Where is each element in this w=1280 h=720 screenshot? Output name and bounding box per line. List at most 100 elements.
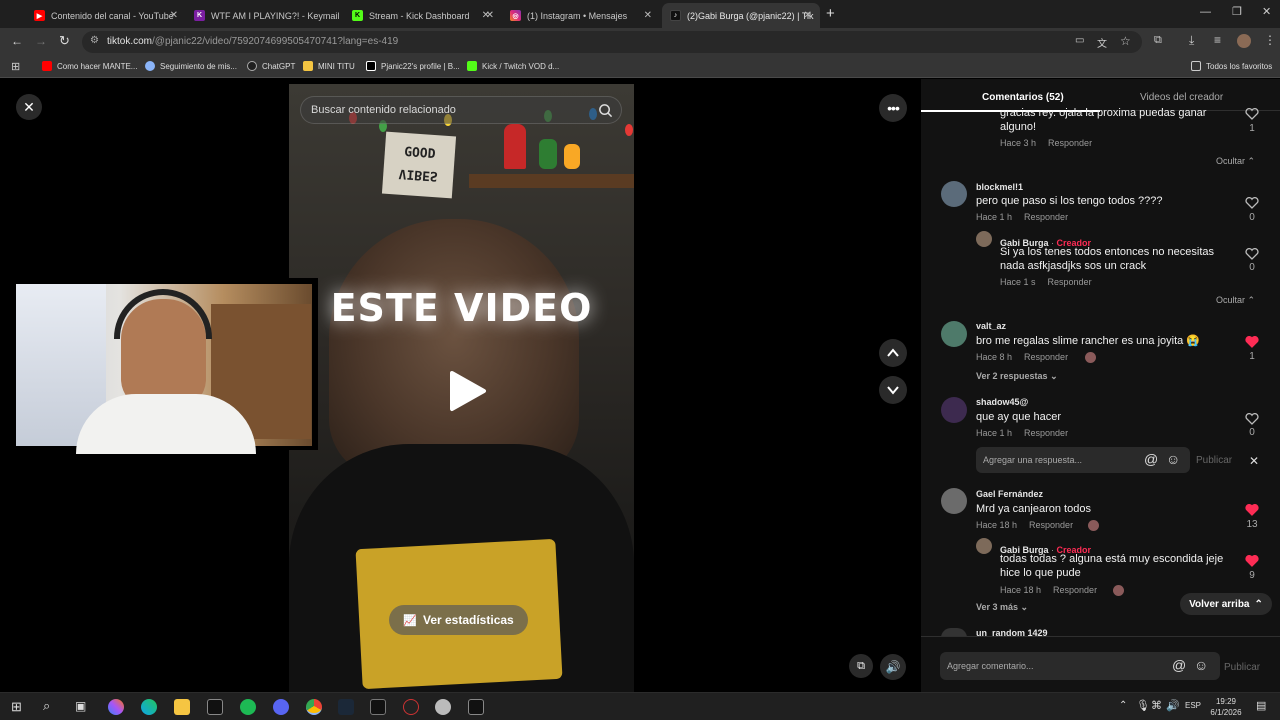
avatar[interactable]: [941, 488, 967, 514]
bookmark-item[interactable]: Seguimiento de mis...: [145, 61, 237, 71]
bookmark-item[interactable]: Pjanic22's profile | B...: [366, 61, 460, 71]
network-icon[interactable]: ⌘: [1151, 699, 1162, 712]
back-icon[interactable]: ←: [11, 34, 23, 48]
language-indicator[interactable]: ESP: [1185, 701, 1201, 710]
notifications-icon[interactable]: ▤: [1256, 699, 1266, 712]
reply-link[interactable]: Responder: [1024, 212, 1068, 222]
comment-username[interactable]: valt_az: [976, 321, 1006, 331]
site-info-icon[interactable]: ⚙: [90, 35, 99, 46]
all-favorites-folder[interactable]: Todos los favoritos: [1191, 61, 1272, 71]
app-icon[interactable]: [468, 699, 484, 715]
close-window-icon[interactable]: ✕: [1262, 5, 1271, 18]
microphone-icon[interactable]: 🎙: [1136, 699, 1150, 712]
hide-replies-link[interactable]: Ocultar ⌃: [1216, 156, 1255, 167]
apps-grid-icon[interactable]: ⊞: [11, 60, 20, 73]
close-tab-icon[interactable]: ✕: [804, 10, 812, 21]
emoji-icon[interactable]: ☺: [1166, 451, 1180, 467]
next-video-button[interactable]: [879, 376, 907, 404]
video-player[interactable]: GOOD VIBES Buscar contenido relacionado …: [289, 84, 634, 692]
file-explorer-icon[interactable]: [174, 699, 190, 715]
comment-username[interactable]: blockmel!1: [976, 182, 1023, 192]
avatar[interactable]: [976, 538, 992, 554]
download-icon[interactable]: ⤓: [1189, 33, 1194, 48]
heart-icon[interactable]: [1245, 108, 1259, 120]
publish-reply-button[interactable]: Publicar: [1196, 455, 1232, 466]
hide-replies-link[interactable]: Ocultar ⌃: [1216, 295, 1255, 306]
speaker-icon[interactable]: 🔊: [1166, 699, 1180, 712]
epic-games-icon[interactable]: [370, 699, 386, 715]
avatar[interactable]: [941, 321, 967, 347]
heart-filled-icon[interactable]: [1245, 336, 1259, 348]
close-tab-icon[interactable]: ✕: [644, 10, 652, 21]
bookmark-item[interactable]: Como hacer MANTE...: [42, 61, 137, 71]
heart-icon[interactable]: [1245, 248, 1259, 260]
chrome-icon[interactable]: [306, 699, 322, 715]
mention-icon[interactable]: @: [1172, 657, 1186, 673]
close-tab-icon[interactable]: ✕: [486, 10, 494, 21]
view-replies-link[interactable]: Ver 2 respuestas ⌄: [976, 371, 1058, 382]
tab-tiktok[interactable]: ♪ (2)Gabi Burga (@pjanic22) | Tik ✕: [662, 3, 820, 28]
tab-youtube[interactable]: ▶ Contenido del canal - YouTube ✕: [26, 3, 186, 28]
tab-instagram[interactable]: ◎ (1) Instagram • Mensajes ✕: [502, 3, 660, 28]
app-icon[interactable]: [435, 699, 451, 715]
new-tab-button[interactable]: +: [826, 5, 835, 22]
discord-icon[interactable]: [273, 699, 289, 715]
bookmark-item[interactable]: MINI TITU: [303, 61, 355, 71]
pip-icon[interactable]: ⧉: [849, 654, 873, 678]
back-to-top-button[interactable]: Volver arriba ⌃: [1180, 593, 1272, 615]
close-reply-icon[interactable]: ✕: [1249, 454, 1259, 468]
translate-icon[interactable]: 文: [1097, 35, 1107, 50]
reply-link[interactable]: Responder: [1048, 138, 1092, 148]
comment-input[interactable]: Agregar comentario... @ ☺: [940, 652, 1220, 680]
more-options-button[interactable]: •••: [879, 94, 907, 122]
copilot-icon[interactable]: [108, 699, 124, 715]
windows-start-icon[interactable]: ⊞: [11, 699, 22, 715]
edge-icon[interactable]: [141, 699, 157, 715]
emoji-icon[interactable]: ☺: [1194, 657, 1208, 673]
tray-chevron-icon[interactable]: ⌃: [1119, 700, 1127, 711]
maximize-icon[interactable]: ❐: [1232, 5, 1242, 18]
publish-comment-button[interactable]: Publicar: [1224, 662, 1260, 673]
previous-video-button[interactable]: [879, 339, 907, 367]
related-search-input[interactable]: Buscar contenido relacionado: [300, 96, 622, 124]
comment-username[interactable]: shadow45@: [976, 397, 1028, 407]
close-tab-icon[interactable]: ✕: [170, 10, 178, 21]
obs-icon[interactable]: [403, 699, 419, 715]
reload-icon[interactable]: ↻: [59, 33, 70, 49]
reply-input[interactable]: Agregar una respuesta... @ ☺: [976, 447, 1190, 473]
mention-icon[interactable]: @: [1144, 451, 1158, 467]
bookmark-item[interactable]: ChatGPT: [247, 61, 295, 71]
spotify-icon[interactable]: [240, 699, 256, 715]
bookmark-item[interactable]: Kick / Twitch VOD d...: [467, 61, 559, 71]
reply-link[interactable]: Responder: [1024, 428, 1068, 438]
reply-link[interactable]: Responder: [1024, 352, 1068, 362]
bookmark-star-icon[interactable]: ☆: [1120, 34, 1131, 48]
menu-icon[interactable]: ⋮: [1264, 33, 1276, 47]
search-icon[interactable]: [598, 103, 613, 118]
avatar[interactable]: [941, 397, 967, 423]
heart-filled-icon[interactable]: [1245, 504, 1259, 516]
app-icon[interactable]: [207, 699, 223, 715]
comment-username[interactable]: Gael Fernández: [976, 489, 1043, 499]
task-view-icon[interactable]: ▣: [75, 699, 86, 713]
heart-icon[interactable]: [1245, 413, 1259, 425]
avatar[interactable]: [976, 231, 992, 247]
steam-icon[interactable]: [338, 699, 354, 715]
address-bar[interactable]: ⚙ tiktok.com/@pjanic22/video/75920746995…: [82, 31, 1142, 53]
view-stats-button[interactable]: 📈 Ver estadísticas: [389, 605, 528, 635]
play-icon[interactable]: [444, 369, 488, 413]
minimize-icon[interactable]: —: [1200, 6, 1211, 18]
media-icon[interactable]: ≡: [1214, 33, 1221, 47]
heart-icon[interactable]: [1245, 197, 1259, 209]
search-icon[interactable]: ⌕: [43, 698, 50, 714]
reply-link[interactable]: Responder: [1048, 277, 1092, 287]
tab-creator-videos[interactable]: Videos del creador: [1140, 92, 1223, 103]
close-video-button[interactable]: ✕: [16, 94, 42, 120]
heart-filled-icon[interactable]: [1245, 555, 1259, 567]
reply-link[interactable]: Responder: [1053, 585, 1097, 595]
cast-icon[interactable]: ▭: [1075, 35, 1084, 46]
tab-comments[interactable]: Comentarios (52): [982, 92, 1064, 103]
forward-icon[interactable]: →: [35, 34, 47, 48]
profile-avatar[interactable]: [1237, 34, 1251, 48]
clock[interactable]: 19:29 6/1/2026: [1206, 696, 1246, 718]
